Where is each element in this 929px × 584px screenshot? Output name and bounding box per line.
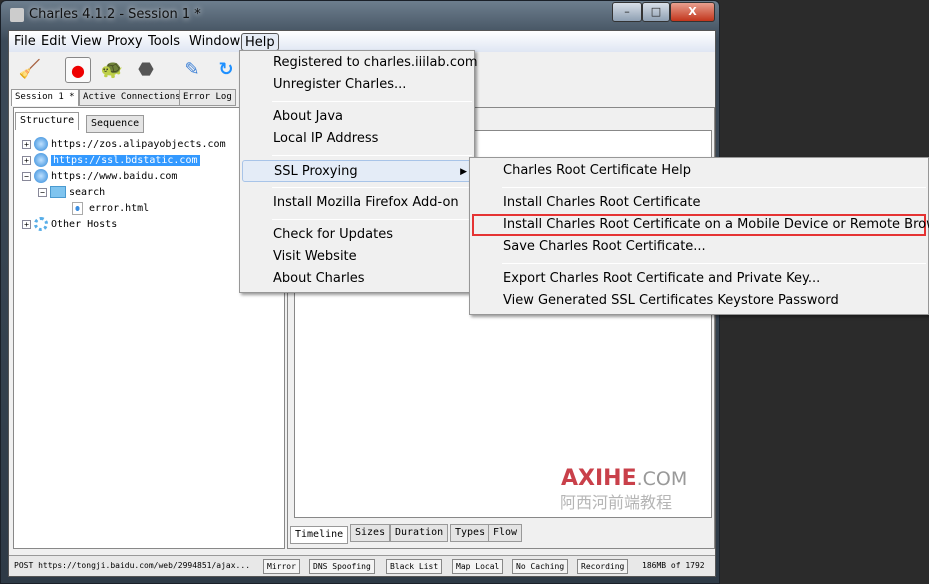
status-request: POST https://tongji.baidu.com/web/299485… (14, 561, 251, 570)
tab-types[interactable]: Types (450, 524, 491, 542)
dns-spoofing-button[interactable]: DNS Spoofing (309, 559, 375, 574)
black-list-button[interactable]: Black List (386, 559, 443, 574)
window-title: Charles 4.1.2 - Session 1 * (29, 7, 201, 22)
tree-item-host[interactable]: − https://www.baidu.com (22, 169, 177, 185)
menu-item-about-java[interactable]: About Java (242, 106, 472, 128)
tab-sequence[interactable]: Sequence (86, 115, 145, 133)
no-caching-button[interactable]: No Caching (512, 559, 569, 574)
globe-icon (34, 169, 48, 183)
menu-help[interactable]: Help (241, 33, 279, 51)
help-menu: Registered to charles.iiilab.com Unregis… (239, 50, 478, 293)
tree-item-other-hosts[interactable]: + Other Hosts (22, 217, 117, 233)
hosts-icon (34, 217, 48, 231)
tab-error-log[interactable]: Error Log (179, 89, 236, 106)
app-icon (10, 8, 24, 22)
record-icon[interactable]: ● (65, 57, 91, 83)
menu-item-about-charles[interactable]: About Charles (242, 268, 472, 290)
tab-structure[interactable]: Structure (15, 112, 80, 130)
tab-flow[interactable]: Flow (488, 524, 523, 542)
menu-item-local-ip[interactable]: Local IP Address (242, 128, 472, 150)
throttle-turtle-icon[interactable]: 🐢 (99, 57, 125, 83)
file-icon (72, 201, 83, 215)
menu-edit[interactable]: Edit (38, 33, 69, 51)
folder-icon (50, 186, 66, 198)
menu-view[interactable]: View (68, 33, 105, 51)
tree-item-host[interactable]: + https://zos.alipayobjects.com (22, 137, 226, 153)
maximize-button[interactable]: □ (642, 2, 670, 22)
ssl-proxying-submenu: Charles Root Certificate Help Install Ch… (469, 157, 929, 315)
globe-icon (34, 137, 48, 151)
menu-item-install-root-cert[interactable]: Install Charles Root Certificate (472, 192, 926, 214)
menu-proxy[interactable]: Proxy (104, 33, 146, 51)
menu-item-export-cert-key[interactable]: Export Charles Root Certificate and Priv… (472, 268, 926, 290)
menu-item-firefox-addon[interactable]: Install Mozilla Firefox Add-on (242, 192, 472, 214)
menu-item-root-cert-help[interactable]: Charles Root Certificate Help (472, 160, 926, 182)
status-bar: POST https://tongji.baidu.com/web/299485… (9, 555, 715, 576)
menu-item-registered[interactable]: Registered to charles.iiilab.com (242, 52, 478, 74)
watermark-logo: AXIHE.COM (561, 466, 688, 491)
refresh-icon[interactable]: ↻ (213, 57, 239, 83)
memory-usage: 186MB of 1792 (642, 561, 705, 570)
tab-timeline[interactable]: Timeline (290, 526, 349, 544)
menu-bar: File Edit View Proxy Tools Window Help (9, 31, 715, 52)
menu-item-keystore-password[interactable]: View Generated SSL Certificates Keystore… (472, 290, 926, 312)
recording-button[interactable]: Recording (577, 559, 629, 574)
submenu-arrow-icon: ▶ (460, 167, 467, 177)
menu-file[interactable]: File (11, 33, 39, 51)
map-local-button[interactable]: Map Local (452, 559, 504, 574)
tab-duration[interactable]: Duration (390, 524, 449, 542)
menu-window[interactable]: Window (186, 33, 243, 51)
tree-item-host-selected[interactable]: + https://ssl.bdstatic.com (22, 153, 200, 169)
close-button[interactable]: X (670, 2, 715, 22)
tab-sizes[interactable]: Sizes (350, 524, 391, 542)
tab-active-connections[interactable]: Active Connections (79, 89, 185, 106)
broom-icon[interactable]: 🧹 (17, 57, 43, 83)
menu-item-install-mobile-cert[interactable]: Install Charles Root Certificate on a Mo… (472, 214, 929, 236)
watermark-cn: 阿西河前端教程 (560, 493, 673, 512)
menu-item-ssl-proxying[interactable]: SSL Proxying ▶ (242, 160, 472, 182)
menu-item-visit-website[interactable]: Visit Website (242, 246, 472, 268)
minimize-button[interactable]: – (612, 2, 642, 22)
menu-tools[interactable]: Tools (145, 33, 183, 51)
tree-item-folder[interactable]: − search (38, 185, 105, 201)
tree-item-file[interactable]: error.html (72, 201, 149, 217)
menu-item-check-updates[interactable]: Check for Updates (242, 224, 472, 246)
mirror-button[interactable]: Mirror (263, 559, 300, 574)
globe-icon (34, 153, 48, 167)
stop-hexagon-icon[interactable]: ⬣ (133, 57, 159, 83)
edit-pen-icon[interactable]: ✎ (179, 57, 205, 83)
tab-session-1[interactable]: Session 1 * (11, 89, 79, 106)
menu-item-save-root-cert[interactable]: Save Charles Root Certificate... (472, 236, 926, 258)
menu-item-unregister[interactable]: Unregister Charles... (242, 74, 472, 96)
